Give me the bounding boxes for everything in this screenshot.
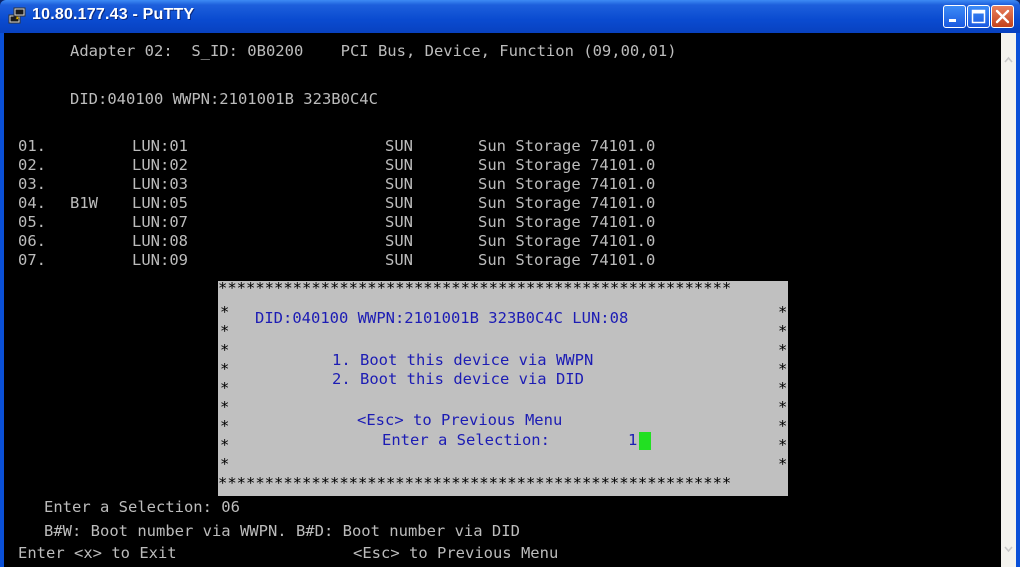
window-title: 10.80.177.43 - PuTTY: [32, 6, 195, 23]
maximize-icon: [971, 9, 986, 24]
dialog-border-right: *: [778, 379, 788, 397]
menu-option-boot-wwpn[interactable]: 1. Boot this device via WWPN: [332, 351, 593, 370]
selection-input[interactable]: 1: [628, 431, 637, 450]
row-number: 06.: [18, 232, 46, 250]
row-vendor: SUN: [385, 251, 413, 269]
dialog-border-right: *: [778, 417, 788, 435]
row-boot-flag: B1W: [70, 194, 98, 212]
row-product: Sun Storage 74101.0: [478, 137, 656, 155]
adapter-header: Adapter 02: S_ID: 0B0200 PCI Bus, Device…: [70, 42, 677, 60]
row-number: 02.: [18, 156, 46, 174]
adapter-did-wwpn: DID:040100 WWPN:2101001B 323B0C4C: [70, 90, 378, 108]
dialog-border-left: *: [220, 322, 230, 340]
dialog-border-right: *: [778, 398, 788, 416]
putty-icon: [8, 7, 26, 24]
previous-menu-hint: <Esc> to Previous Menu: [353, 544, 559, 562]
row-vendor: SUN: [385, 156, 413, 174]
row-lun: LUN:05: [132, 194, 188, 212]
scroll-up-icon[interactable]: [1002, 53, 1015, 68]
row-product: Sun Storage 74101.0: [478, 232, 656, 250]
row-product: Sun Storage 74101.0: [478, 175, 656, 193]
dialog-border-right: *: [778, 436, 788, 454]
putty-window: 10.80.177.43 - PuTTY Adapter 02: S_ID: 0…: [0, 0, 1020, 567]
row-lun: LUN:08: [132, 232, 188, 250]
terminal-screen[interactable]: Adapter 02: S_ID: 0B0200 PCI Bus, Device…: [4, 33, 1001, 567]
dialog-border-top: ****************************************…: [218, 279, 732, 297]
dialog-border-left: *: [220, 455, 230, 473]
close-icon: [995, 9, 1010, 24]
dialog-border-right: *: [778, 341, 788, 359]
dialog-border-left: *: [220, 303, 230, 321]
row-product: Sun Storage 74101.0: [478, 251, 656, 269]
dialog-border-left: *: [220, 417, 230, 435]
row-number: 05.: [18, 213, 46, 231]
row-product: Sun Storage 74101.0: [478, 156, 656, 174]
menu-option-boot-did[interactable]: 2. Boot this device via DID: [332, 370, 584, 389]
scroll-down-icon[interactable]: [1002, 541, 1015, 556]
dialog-border-right: *: [778, 455, 788, 473]
dialog-border-right: *: [778, 322, 788, 340]
dialog-border-left: *: [220, 398, 230, 416]
dialog-border-left: *: [220, 360, 230, 378]
row-vendor: SUN: [385, 194, 413, 212]
row-lun: LUN:01: [132, 137, 188, 155]
vertical-scrollbar[interactable]: [1001, 33, 1016, 567]
row-product: Sun Storage 74101.0: [478, 194, 656, 212]
dialog-border-left: *: [220, 436, 230, 454]
dialog-border-bottom: ****************************************…: [218, 474, 732, 492]
row-vendor: SUN: [385, 137, 413, 155]
close-button[interactable]: [991, 5, 1014, 28]
row-lun: LUN:03: [132, 175, 188, 193]
maximize-button[interactable]: [967, 5, 990, 28]
title-bar[interactable]: 10.80.177.43 - PuTTY: [0, 0, 1020, 33]
boot-help-line: B#W: Boot number via WWPN. B#D: Boot num…: [44, 522, 520, 540]
selection-prompt: Enter a Selection:: [382, 431, 550, 449]
dialog-title: DID:040100 WWPN:2101001B 323B0C4C LUN:08: [255, 309, 629, 327]
row-number: 01.: [18, 137, 46, 155]
row-lun: LUN:07: [132, 213, 188, 231]
row-lun: LUN:02: [132, 156, 188, 174]
boot-option-dialog: ****************************************…: [218, 279, 788, 496]
row-number: 04.: [18, 194, 46, 212]
dialog-border-left: *: [220, 379, 230, 397]
row-lun: LUN:09: [132, 251, 188, 269]
exit-hint: Enter <x> to Exit: [18, 544, 177, 562]
window-frame-right: [1016, 33, 1020, 567]
row-number: 03.: [18, 175, 46, 193]
enter-selection-line: Enter a Selection: 06: [44, 498, 240, 516]
minimize-icon: [949, 19, 956, 22]
minimize-button[interactable]: [943, 5, 966, 28]
dialog-border-right: *: [778, 360, 788, 378]
row-number: 07.: [18, 251, 46, 269]
text-cursor: [639, 432, 651, 450]
row-product: Sun Storage 74101.0: [478, 213, 656, 231]
row-vendor: SUN: [385, 232, 413, 250]
row-vendor: SUN: [385, 175, 413, 193]
row-vendor: SUN: [385, 213, 413, 231]
dialog-border-left: *: [220, 341, 230, 359]
dialog-border-right: *: [778, 303, 788, 321]
dialog-esc-hint: <Esc> to Previous Menu: [357, 411, 563, 429]
